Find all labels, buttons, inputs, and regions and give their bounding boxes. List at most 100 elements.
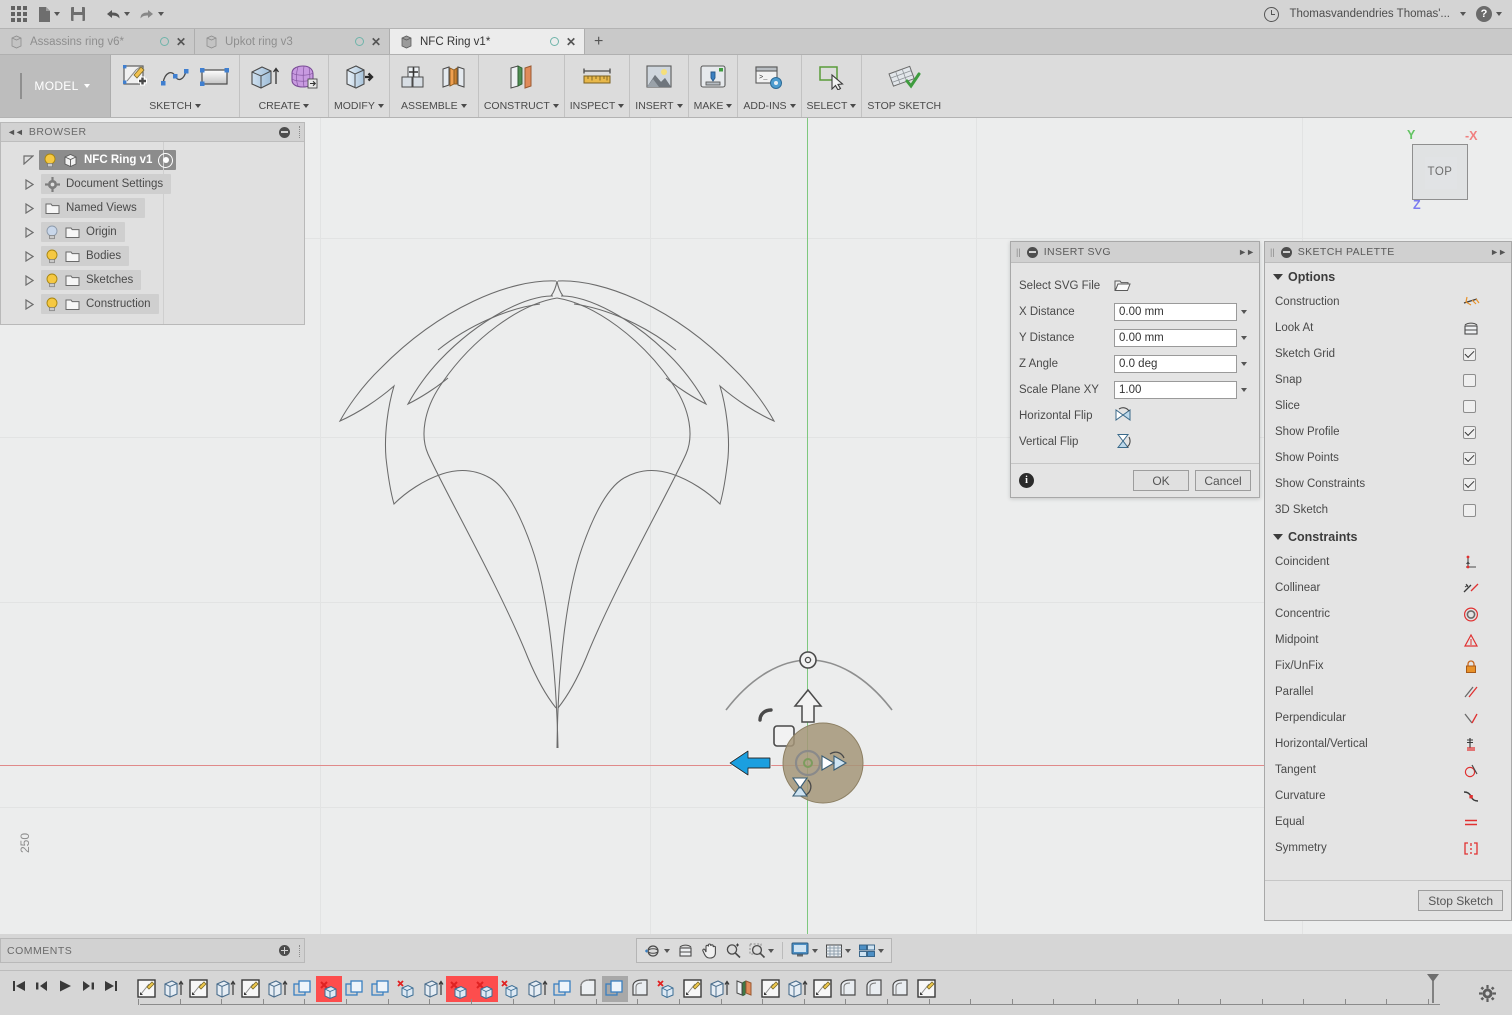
chevron-down-icon[interactable]: [812, 949, 818, 953]
collinear-icon[interactable]: [1463, 581, 1511, 596]
zoom-icon[interactable]: [722, 940, 745, 961]
bulb-on-icon[interactable]: [45, 273, 59, 288]
option-row-sketch-grid[interactable]: Sketch Grid: [1265, 341, 1511, 367]
look-at-icon[interactable]: [1463, 321, 1511, 336]
assassins-creed-logo-sketch[interactable]: [320, 258, 780, 768]
ok-button[interactable]: OK: [1133, 470, 1189, 491]
chevron-down-icon[interactable]: [84, 84, 90, 88]
ribbon-group-label[interactable]: MODIFY: [334, 95, 384, 117]
rectangle-icon[interactable]: [196, 59, 234, 95]
timeline-feature-5[interactable]: [264, 976, 290, 1002]
option-row-construction[interactable]: Construction: [1265, 289, 1511, 315]
constraint-row-perpendicular[interactable]: Perpendicular: [1265, 705, 1511, 731]
help-icon[interactable]: ?: [1476, 6, 1492, 22]
chevron-down-icon[interactable]: [1237, 310, 1251, 314]
timeline-feature-28[interactable]: [862, 976, 888, 1002]
symmetry-icon[interactable]: [1463, 841, 1511, 856]
create-sketch-icon[interactable]: [116, 59, 154, 95]
expand-icon[interactable]: [25, 275, 41, 286]
timeline-feature-20[interactable]: [654, 976, 680, 1002]
timeline-feature-23[interactable]: [732, 976, 758, 1002]
chevron-down-icon[interactable]: [1237, 362, 1251, 366]
view-cube[interactable]: TOP Y -X Z: [1387, 118, 1482, 218]
tree-node-chip[interactable]: NFC Ring v1: [39, 150, 176, 170]
bulb-off-icon[interactable]: [45, 225, 59, 240]
timeline-feature-21[interactable]: [680, 976, 706, 1002]
minimize-icon[interactable]: [1027, 247, 1038, 258]
grid-snaps-icon[interactable]: [822, 940, 854, 961]
expand-icon[interactable]: [25, 251, 41, 262]
coincident-icon[interactable]: [1463, 555, 1511, 570]
timeline-feature-2[interactable]: [186, 976, 212, 1002]
perpendicular-icon[interactable]: [1463, 711, 1511, 726]
timeline-feature-18[interactable]: [602, 976, 628, 1002]
chevron-down-icon[interactable]: [878, 949, 884, 953]
ribbon-group-label[interactable]: ADD-INS: [743, 95, 795, 117]
dialog-header[interactable]: || INSERT SVG ►►: [1011, 242, 1259, 263]
joint-icon[interactable]: [435, 59, 473, 95]
ribbon-group-label[interactable]: MAKE: [694, 95, 733, 117]
info-icon[interactable]: i: [1019, 473, 1034, 488]
option-row-show-constraints[interactable]: Show Constraints: [1265, 471, 1511, 497]
ribbon-group-label[interactable]: CREATE: [259, 95, 310, 117]
x-distance-input[interactable]: 0.00 mm: [1114, 303, 1237, 321]
3d-sketch-checkbox[interactable]: [1463, 504, 1476, 517]
timeline-feature-17[interactable]: [576, 976, 602, 1002]
constraint-row-coincident[interactable]: Coincident: [1265, 549, 1511, 575]
timeline-track[interactable]: [134, 971, 1512, 1015]
app-grid-icon[interactable]: [6, 1, 32, 27]
y-distance-input[interactable]: 0.00 mm: [1114, 329, 1237, 347]
new-component-icon[interactable]: [395, 59, 433, 95]
chevron-down-icon[interactable]: [553, 104, 559, 108]
concentric-icon[interactable]: [1463, 607, 1511, 622]
go-to-beginning-icon[interactable]: [12, 979, 26, 993]
undo-icon[interactable]: [101, 1, 133, 27]
constraint-row-collinear[interactable]: Collinear: [1265, 575, 1511, 601]
expand-icon[interactable]: [25, 227, 41, 238]
constraint-row-equal[interactable]: Equal: [1265, 809, 1511, 835]
timeline-feature-30[interactable]: [914, 976, 940, 1002]
tree-node-chip[interactable]: Bodies: [41, 246, 129, 266]
chevron-down-icon[interactable]: [378, 104, 384, 108]
close-icon[interactable]: ✕: [176, 36, 186, 48]
create-form-icon[interactable]: [285, 59, 323, 95]
document-tab-assassins-ring[interactable]: Assassins ring v6* ✕: [0, 29, 195, 54]
chevron-down-icon[interactable]: [1237, 388, 1251, 392]
minimize-icon[interactable]: [1281, 247, 1292, 258]
chevron-down-icon[interactable]: [845, 949, 851, 953]
ribbon-group-label[interactable]: ASSEMBLE: [401, 95, 467, 117]
construction-icon[interactable]: [1463, 295, 1511, 310]
timeline-feature-11[interactable]: [420, 976, 446, 1002]
svg-insert-manipulator[interactable]: [718, 638, 898, 823]
show-constraints-checkbox[interactable]: [1463, 478, 1476, 491]
timeline-feature-7[interactable]: [316, 976, 342, 1002]
chevron-down-icon[interactable]: [790, 104, 796, 108]
minimize-icon[interactable]: [279, 127, 290, 138]
panel-grip[interactable]: [299, 126, 300, 138]
timeline-feature-25[interactable]: [784, 976, 810, 1002]
tree-node-bodies[interactable]: Bodies: [1, 244, 304, 268]
spline-icon[interactable]: [156, 59, 194, 95]
step-forward-icon[interactable]: [81, 979, 95, 993]
expand-right-icon[interactable]: ►►: [1238, 247, 1254, 257]
option-row-show-points[interactable]: Show Points: [1265, 445, 1511, 471]
close-icon[interactable]: ✕: [371, 36, 381, 48]
midpoint-icon[interactable]: [1463, 633, 1511, 648]
stop-sketch-icon[interactable]: [885, 59, 923, 95]
select-icon[interactable]: [812, 59, 850, 95]
chevron-down-icon[interactable]: [1237, 336, 1251, 340]
scripts-addins-icon[interactable]: >_: [750, 59, 788, 95]
chevron-down-icon[interactable]: [850, 104, 856, 108]
recent-history-icon[interactable]: [1264, 7, 1279, 22]
tree-node-nfc-ring[interactable]: NFC Ring v1: [1, 148, 304, 172]
document-tab-upkot-ring[interactable]: Upkot ring v3 ✕: [195, 29, 390, 54]
options-section-header[interactable]: Options: [1265, 263, 1511, 289]
panel-grip[interactable]: [299, 945, 300, 957]
bulb-on-icon[interactable]: [43, 153, 57, 168]
document-tab-nfc-ring[interactable]: NFC Ring v1* ✕: [390, 29, 585, 54]
parallel-icon[interactable]: [1463, 685, 1511, 700]
timeline-feature-15[interactable]: [524, 976, 550, 1002]
option-row-look-at[interactable]: Look At: [1265, 315, 1511, 341]
constraint-row-parallel[interactable]: Parallel: [1265, 679, 1511, 705]
cancel-button[interactable]: Cancel: [1195, 470, 1251, 491]
